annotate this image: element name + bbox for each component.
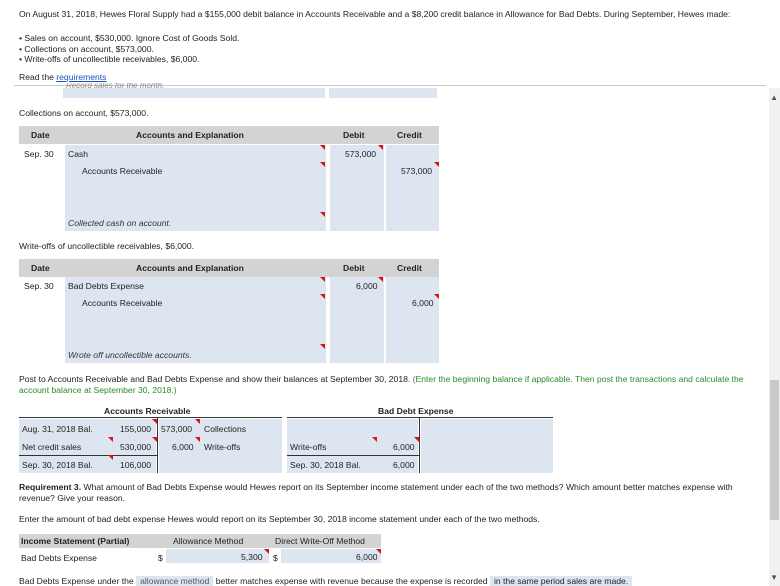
bullet-list: • Sales on account, $530,000. Ignore Cos… (19, 33, 239, 65)
writeoffs-explanation: Wrote off uncollectible accounts. (68, 350, 192, 360)
ar-row2-right-label: Write-offs (204, 442, 241, 452)
ar-row3-left-label: Sep. 30, 2018 Bal. (22, 460, 93, 470)
collections-label: Collections on account, $573,000. (19, 108, 149, 118)
input-marker (195, 419, 200, 424)
direct-writeoff-amount-value: 6,000 (356, 552, 378, 562)
input-marker (320, 162, 325, 167)
collections-date-header: Date (31, 130, 50, 140)
cut-off-box-right (329, 88, 437, 98)
collections-credit-input[interactable] (386, 145, 439, 231)
requirements-link[interactable]: requirements (56, 72, 106, 82)
bde-t-title: Bad Debt Expense (378, 406, 454, 416)
dollar-sign-allowance: $ (158, 553, 163, 563)
bde-row3-left-value: 6,000 (393, 460, 415, 470)
bad-debts-expense-label: Bad Debts Expense (21, 553, 97, 563)
input-marker (372, 437, 377, 442)
writeoffs-date: Sep. 30 (24, 281, 54, 291)
ar-t-topline (19, 417, 282, 418)
ar-row2-left-value: 530,000 (120, 442, 152, 452)
collections-row2-account: Accounts Receivable (82, 166, 163, 176)
input-marker (152, 437, 157, 442)
input-marker (320, 277, 325, 282)
ar-row3-left-value: 106,000 (120, 460, 152, 470)
ar-row1-left-value: 155,000 (120, 424, 152, 434)
bde-row2-left-label: Write-offs (290, 442, 327, 452)
req3-enter-text: Enter the amount of bad debt expense Hew… (19, 514, 540, 524)
bde-row2-left-value: 6,000 (393, 442, 415, 452)
writeoffs-credit-header: Credit (397, 263, 422, 273)
input-marker (320, 145, 325, 150)
allowance-amount-value: 5,300 (241, 552, 263, 562)
income-statement-col1: Income Statement (Partial) (21, 536, 130, 546)
input-marker (108, 437, 113, 442)
ar-balance-line (19, 455, 158, 456)
input-marker (378, 145, 383, 150)
ar-row1-right-value: 573,000 (161, 424, 193, 434)
input-marker (108, 455, 113, 460)
read-requirements: Read the requirements (19, 72, 107, 82)
bde-right-input-area[interactable] (421, 419, 553, 473)
requirement-3: Requirement 3. What amount of Bad Debts … (19, 482, 733, 503)
collections-explanation: Collected cash on account. (68, 218, 172, 228)
writeoffs-label: Write-offs of uncollectible receivables,… (19, 241, 194, 251)
writeoffs-row1-debit: 6,000 (356, 281, 378, 291)
input-marker (195, 437, 200, 442)
timing-select[interactable]: in the same period sales are made. (489, 576, 633, 586)
bullet-writeoffs: • Write-offs of uncollectible receivable… (19, 54, 200, 64)
collections-debit-header: Debit (343, 130, 365, 140)
bullet-sales: • Sales on account, $530,000. Ignore Cos… (19, 33, 240, 43)
bde-row3-left-label: Sep. 30, 2018 Bal. (290, 460, 361, 470)
ar-row1-left-label: Aug. 31, 2018 Bal. (22, 424, 93, 434)
collections-row1-debit: 573,000 (345, 149, 377, 159)
bde-t-topline (287, 417, 553, 418)
input-marker (434, 162, 439, 167)
writeoffs-credit-input[interactable] (386, 277, 439, 363)
ar-t-divider (157, 417, 158, 473)
cut-off-box (63, 88, 325, 98)
writeoffs-row2-account: Accounts Receivable (82, 298, 163, 308)
writeoffs-debit-header: Debit (343, 263, 365, 273)
scrollbar-thumb[interactable] (770, 380, 779, 520)
ar-t-title: Accounts Receivable (104, 406, 191, 416)
input-marker (152, 419, 157, 424)
collections-accounts-header: Accounts and Explanation (136, 130, 244, 140)
bullet-collections: • Collections on account, $573,000. (19, 43, 154, 54)
post-instruction: Post to Accounts Receivable and Bad Debt… (19, 374, 744, 395)
ar-row1-right-label: Collections (204, 424, 247, 434)
income-statement-col3: Direct Write-Off Method (275, 536, 365, 546)
input-marker (434, 294, 439, 299)
bottom-sentence: Bad Debts Expense under the allowance me… (19, 576, 764, 586)
input-marker (320, 212, 325, 217)
ar-row2-left-label: Net credit sales (22, 442, 82, 452)
writeoffs-row1-account: Bad Debts Expense (68, 281, 144, 291)
collections-date: Sep. 30 (24, 149, 54, 159)
input-marker (320, 344, 325, 349)
writeoffs-row2-credit: 6,000 (412, 298, 434, 308)
input-marker (414, 437, 419, 442)
method-select[interactable]: allowance method (136, 576, 214, 586)
dollar-sign-direct: $ (273, 553, 278, 563)
scroll-down-icon[interactable]: ▼ (770, 573, 778, 582)
input-marker (264, 549, 269, 554)
collections-credit-header: Credit (397, 130, 422, 140)
ar-row2-right-value: 6,000 (172, 442, 194, 452)
collections-row1-account: Cash (68, 149, 89, 159)
input-marker (320, 294, 325, 299)
writeoffs-accounts-header: Accounts and Explanation (136, 263, 244, 273)
collections-row2-credit: 573,000 (401, 166, 433, 176)
input-marker (378, 277, 383, 282)
bde-t-divider (419, 417, 420, 473)
scroll-up-icon[interactable]: ▲ (770, 93, 778, 102)
income-statement-col2: Allowance Method (173, 536, 244, 546)
intro-paragraph: On August 31, 2018, Hewes Floral Supply … (19, 9, 731, 19)
input-marker (376, 549, 381, 554)
bde-balance-line (287, 455, 420, 456)
writeoffs-date-header: Date (31, 263, 50, 273)
